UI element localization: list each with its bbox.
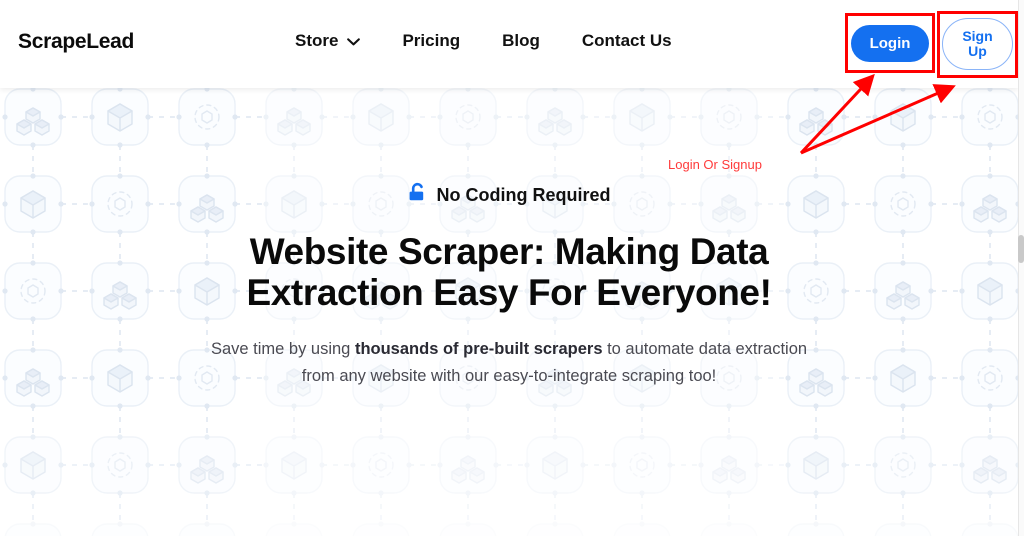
nav-item-store-label: Store [295,31,339,50]
site-header: ScrapeLead Store Pricing Blog Contact Us [0,0,1018,88]
nav-item-blog[interactable]: Blog [502,31,540,51]
no-coding-badge: No Coding Required [0,182,1018,209]
page-title: Website Scraper: Making Data Extraction … [246,231,772,314]
no-coding-badge-label: No Coding Required [436,185,611,205]
chevron-down-icon [347,31,361,51]
login-button-label: Login [869,35,911,52]
login-button[interactable]: Login [851,25,929,62]
signup-button-label-line2: Up [968,43,987,59]
signup-button-label-line1: Sign [962,28,993,44]
scrollbar-track[interactable] [1018,0,1024,536]
nav-item-contact-us[interactable]: Contact Us [582,31,672,51]
page-root: ScrapeLead Store Pricing Blog Contact Us [0,0,1024,536]
nav-item-store[interactable]: Store [295,31,361,51]
logo-text: ScrapeLead [18,30,135,53]
hero-subtitle-bold: thousands of pre-built scrapers [354,339,603,358]
nav-item-pricing[interactable]: Pricing [402,31,460,51]
scrollbar-thumb[interactable] [1018,235,1024,263]
nav-item-contact-label: Contact Us [581,31,672,50]
unlock-icon [408,182,428,209]
logo[interactable]: ScrapeLead [18,30,134,54]
signup-button[interactable]: Sign Up [942,18,1013,70]
nav-item-pricing-label: Pricing [402,31,461,50]
main-navigation: Store Pricing Blog Contact Us [295,31,672,51]
hero-subtitle: Save time by using thousands of pre-buil… [0,336,1018,390]
hero-section: No Coding Required Website Scraper: Maki… [0,88,1018,390]
hero-subtitle-before: Save time by using [210,339,355,358]
nav-item-blog-label: Blog [502,31,540,50]
annotation-label: Login Or Signup [668,157,762,172]
